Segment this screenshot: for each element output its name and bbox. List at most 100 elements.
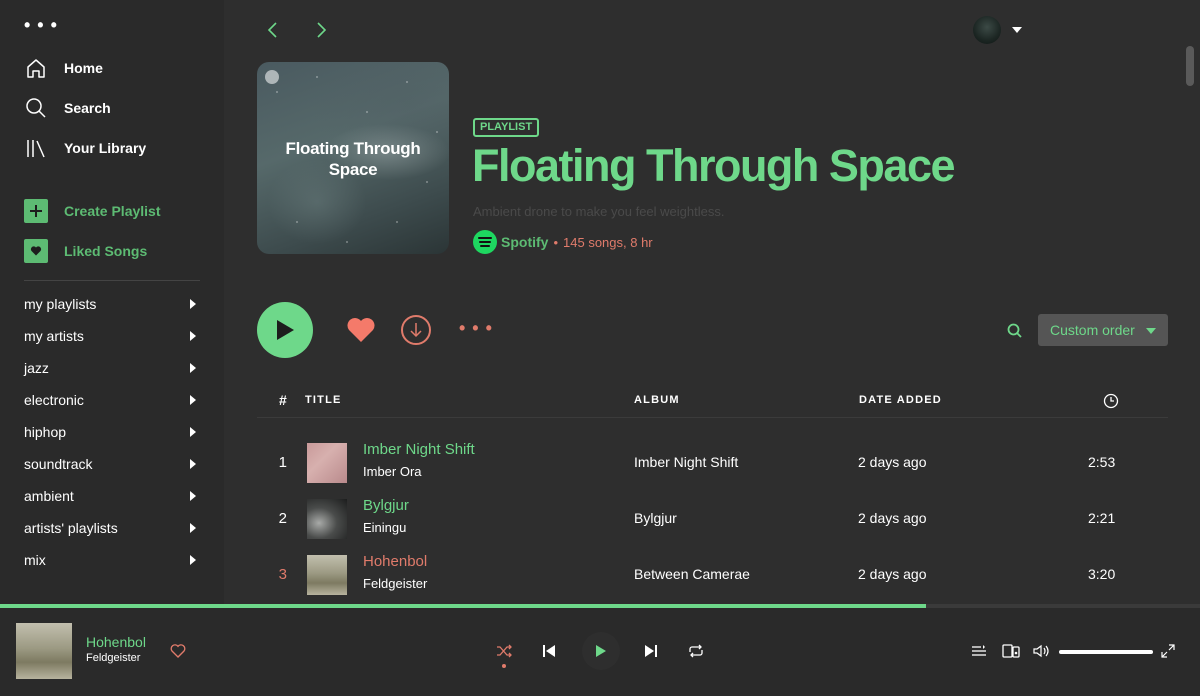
- folder-soundtrack[interactable]: soundtrack: [24, 454, 200, 474]
- forward-arrow-icon[interactable]: [311, 20, 331, 40]
- previous-button[interactable]: [539, 641, 559, 661]
- playlist-badge: PLAYLIST: [473, 118, 540, 137]
- folder-label: soundtrack: [24, 456, 93, 472]
- track-date-added: 2 days ago: [858, 454, 927, 470]
- scrollbar[interactable]: [1186, 46, 1194, 86]
- playlist-meta: Spotify • 145 songs, 8 hr: [473, 230, 653, 254]
- nav-library[interactable]: Your Library: [24, 136, 146, 160]
- header-title[interactable]: TITLE: [305, 394, 342, 406]
- table-row[interactable]: 1 Imber Night Shift Imber Ora Imber Nigh…: [257, 435, 1168, 491]
- download-button[interactable]: [401, 315, 431, 345]
- shuffle-icon: [497, 644, 512, 658]
- nav-library-label: Your Library: [64, 140, 147, 156]
- folder-ambient[interactable]: ambient: [24, 486, 200, 506]
- sort-label: Custom order: [1050, 322, 1135, 338]
- skip-back-icon: [543, 645, 555, 657]
- clock-icon: [1103, 393, 1119, 409]
- caret-right-icon: [190, 427, 196, 437]
- devices-button[interactable]: [1001, 641, 1021, 661]
- track-artist[interactable]: Imber Ora: [363, 464, 422, 479]
- folder-hiphop[interactable]: hiphop: [24, 422, 200, 442]
- track-duration: 2:53: [1088, 454, 1116, 470]
- folder-electronic[interactable]: electronic: [24, 390, 200, 410]
- menu-dots-icon[interactable]: • • •: [24, 16, 58, 34]
- back-arrow-icon[interactable]: [263, 20, 283, 40]
- heart-outline-icon[interactable]: [170, 643, 186, 659]
- play-pause-button[interactable]: [582, 632, 620, 670]
- queue-icon: [972, 645, 986, 656]
- folder-jazz[interactable]: jazz: [24, 358, 200, 378]
- track-album[interactable]: Imber Night Shift: [634, 454, 738, 470]
- volume-button[interactable]: [1032, 641, 1052, 661]
- nav-search[interactable]: Search: [24, 96, 111, 120]
- more-options-icon[interactable]: • • •: [459, 318, 493, 339]
- folder-label: jazz: [24, 360, 49, 376]
- track-number: 2: [278, 510, 287, 527]
- playlist-cover: Floating Through Space: [257, 62, 449, 254]
- folder-my-artists[interactable]: my artists: [24, 326, 200, 346]
- nav-home[interactable]: Home: [24, 56, 103, 80]
- liked-songs-label: Liked Songs: [64, 243, 148, 259]
- track-artist[interactable]: Einingu: [363, 520, 406, 535]
- play-icon: [596, 645, 606, 657]
- now-playing-title[interactable]: Hohenbol: [86, 634, 146, 650]
- player-bar: Hohenbol Feldgeister: [0, 608, 1200, 696]
- queue-button[interactable]: [969, 641, 989, 661]
- folder-label: electronic: [24, 392, 84, 408]
- heart-icon[interactable]: [345, 314, 377, 346]
- folder-artists-playlists[interactable]: artists' playlists: [24, 518, 200, 538]
- search-icon[interactable]: [1006, 322, 1024, 340]
- header-date-added[interactable]: DATE ADDED: [859, 394, 942, 406]
- avatar[interactable]: [973, 16, 1001, 44]
- shuffle-button[interactable]: [494, 641, 514, 661]
- track-artist[interactable]: Feldgeister: [363, 576, 427, 591]
- sidebar: • • • Home Search Your Library Create Pl…: [0, 0, 224, 604]
- folder-label: my playlists: [24, 296, 97, 312]
- search-icon: [24, 96, 48, 120]
- track-thumbnail: [307, 555, 347, 595]
- now-playing-cover[interactable]: [16, 623, 72, 679]
- next-button[interactable]: [641, 641, 661, 661]
- track-number: 3: [278, 566, 287, 583]
- repeat-button[interactable]: [686, 641, 706, 661]
- play-button[interactable]: [257, 302, 313, 358]
- caret-right-icon: [190, 395, 196, 405]
- track-thumbnail: [307, 499, 347, 539]
- playlist-owner[interactable]: Spotify: [501, 234, 548, 250]
- table-row[interactable]: 2 Bylgjur Einingu Bylgjur 2 days ago 2:2…: [257, 491, 1168, 547]
- expand-icon: [1161, 644, 1175, 658]
- fullscreen-button[interactable]: [1158, 641, 1178, 661]
- folder-label: my artists: [24, 328, 84, 344]
- playlist-description: Ambient drone to make you feel weightles…: [473, 204, 725, 219]
- nav-search-label: Search: [64, 100, 111, 116]
- caret-right-icon: [190, 363, 196, 373]
- table-row[interactable]: 3 Hohenbol Feldgeister Between Camerae 2…: [257, 547, 1168, 603]
- liked-songs-button[interactable]: Liked Songs: [24, 239, 147, 263]
- track-title[interactable]: Hohenbol: [363, 553, 427, 570]
- track-title[interactable]: Imber Night Shift: [363, 441, 475, 458]
- header-album[interactable]: ALBUM: [634, 394, 680, 406]
- folder-mix[interactable]: mix: [24, 550, 200, 570]
- chevron-down-icon: [1146, 328, 1156, 334]
- create-playlist-label: Create Playlist: [64, 203, 161, 219]
- folder-my-playlists[interactable]: my playlists: [24, 294, 200, 314]
- caret-right-icon: [190, 299, 196, 309]
- tracklist-header: # TITLE ALBUM DATE ADDED: [257, 392, 1168, 418]
- sort-dropdown[interactable]: Custom order: [1038, 314, 1168, 346]
- track-title[interactable]: Bylgjur: [363, 497, 409, 514]
- caret-right-icon: [190, 523, 196, 533]
- devices-icon: [1002, 644, 1020, 658]
- spotify-logo-icon: [473, 230, 497, 254]
- home-icon: [24, 56, 48, 80]
- volume-slider[interactable]: [1059, 650, 1153, 654]
- page-title: Floating Through Space: [472, 140, 956, 191]
- now-playing-artist[interactable]: Feldgeister: [86, 652, 140, 664]
- folder-label: ambient: [24, 488, 74, 504]
- track-duration: 3:20: [1088, 566, 1116, 582]
- caret-right-icon: [190, 491, 196, 501]
- track-album[interactable]: Bylgjur: [634, 510, 677, 526]
- cover-title: Floating Through Space: [285, 139, 421, 179]
- create-playlist-button[interactable]: Create Playlist: [24, 199, 161, 223]
- chevron-down-icon[interactable]: [1012, 27, 1022, 33]
- track-album[interactable]: Between Camerae: [634, 566, 750, 582]
